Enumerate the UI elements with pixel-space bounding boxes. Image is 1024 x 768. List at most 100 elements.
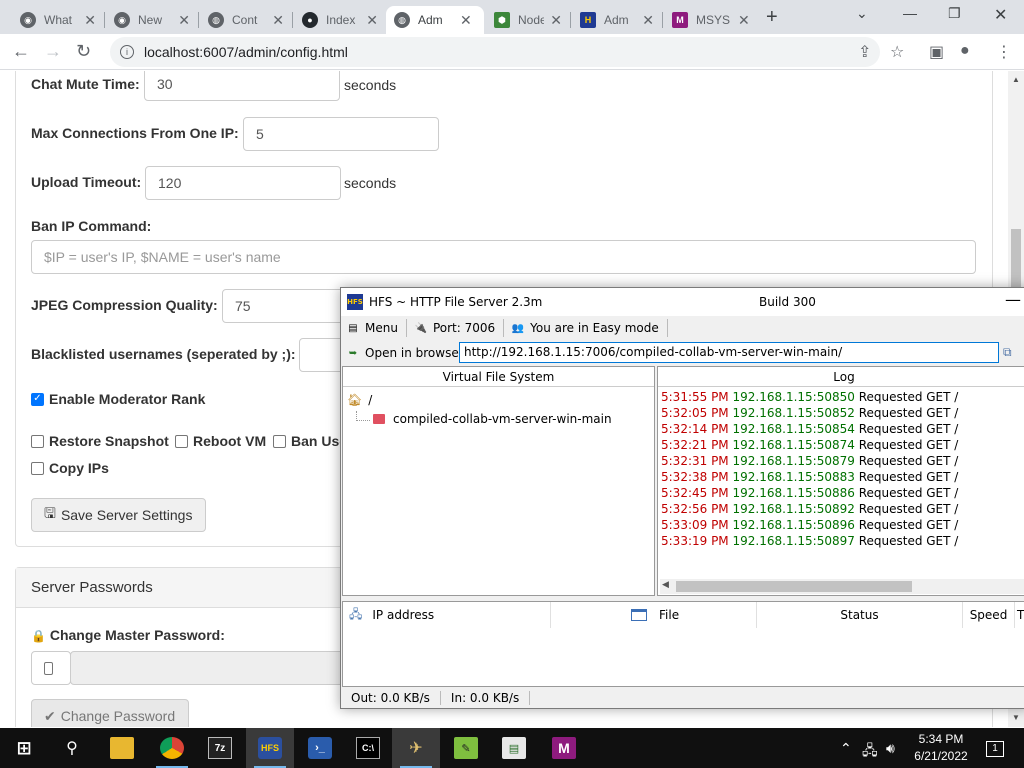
close-icon[interactable]: ✕: [550, 12, 562, 29]
hfs-urlbar: ➥ Open in browser http://192.168.1.15:70…: [341, 340, 1024, 366]
checkbox-box[interactable]: [31, 461, 44, 475]
ban-ip-command-input[interactable]: $IP = user's IP, $NAME = user's name: [31, 240, 976, 274]
log-addr: 192.168.1.15:50896: [732, 518, 855, 532]
back-icon[interactable]: ←: [12, 41, 30, 62]
checkmark-icon[interactable]: ✓: [31, 392, 44, 406]
close-icon[interactable]: ✕: [178, 12, 190, 29]
hfs-app-button[interactable]: ✈: [392, 728, 440, 768]
enable-moderator-checkbox[interactable]: ✓ Enable Moderator Rank: [31, 391, 205, 407]
minimize-icon[interactable]: —: [903, 5, 917, 21]
col-speed[interactable]: Speed: [963, 602, 1015, 628]
chrome-icon: ◉: [20, 12, 36, 28]
tab-1[interactable]: ◉ New ✕: [106, 6, 198, 34]
save-server-settings-button[interactable]: 🖫 Save Server Settings: [31, 498, 206, 532]
network-icon[interactable]: 🖧: [862, 740, 878, 764]
scroll-up-icon[interactable]: ▲: [1012, 75, 1020, 84]
log-time: 5:32:05 PM: [661, 406, 729, 420]
col-t[interactable]: T: [1017, 602, 1024, 628]
hfs-url-field[interactable]: http://192.168.1.15:7006/compiled-collab…: [459, 342, 999, 363]
hfs-port-button[interactable]: 🔌 Port: 7006: [413, 319, 505, 337]
close-icon[interactable]: ✕: [738, 12, 750, 29]
hfs-taskbar-button[interactable]: HFS: [246, 728, 294, 768]
bookmark-star-icon[interactable]: ☆: [890, 42, 904, 62]
copy-ips-checkbox[interactable]: Copy IPs: [31, 460, 109, 476]
7zip-button[interactable]: 7z: [196, 728, 244, 768]
checkbox-box[interactable]: [44, 661, 53, 675]
clock[interactable]: 5:34 PM 6/21/2022: [906, 731, 976, 765]
restore-icon[interactable]: ❐: [948, 5, 961, 22]
hfs-menu-button[interactable]: ▤ Menu: [345, 319, 407, 337]
notification-count: 1: [986, 741, 1004, 757]
cmd-button[interactable]: C:\: [344, 728, 392, 768]
tab-2[interactable]: ◍ Cont ✕: [200, 6, 292, 34]
tab-4-active[interactable]: ◍ Adm ✕: [386, 6, 484, 34]
menu-kebab-icon[interactable]: ⋮: [996, 42, 1012, 62]
copy-icon[interactable]: ⧉: [1003, 345, 1012, 360]
minimize-icon[interactable]: —: [1005, 290, 1021, 309]
reboot-vm-checkbox[interactable]: Reboot VM: [175, 433, 266, 449]
notepad-button[interactable]: ✎: [442, 728, 490, 768]
editor-button[interactable]: ▤: [490, 728, 538, 768]
close-window-icon[interactable]: ✕: [994, 5, 1007, 25]
powershell-button[interactable]: ›_: [296, 728, 344, 768]
checkbox-box[interactable]: [31, 434, 44, 448]
profile-icon[interactable]: ●: [960, 42, 970, 60]
volume-icon[interactable]: 🔊︎: [886, 740, 895, 757]
tab-0[interactable]: ◉ What ✕: [12, 6, 104, 34]
close-icon[interactable]: ✕: [460, 12, 472, 29]
jpeg-quality-input[interactable]: 75: [222, 289, 352, 323]
tab-6[interactable]: H Adm ✕: [572, 6, 662, 34]
max-connections-input[interactable]: 5: [243, 117, 439, 151]
log-row: 5:33:09 PM 192.168.1.15:50896 Requested …: [661, 518, 958, 532]
ban-user-checkbox[interactable]: Ban Use: [273, 433, 347, 449]
forward-icon[interactable]: →: [44, 41, 62, 62]
vfs-root[interactable]: 🏠︎ /: [347, 393, 372, 407]
address-bar[interactable]: i localhost:6007/admin/config.html: [110, 37, 880, 67]
close-icon[interactable]: ✕: [366, 12, 378, 29]
scrollbar-thumb[interactable]: [1011, 229, 1021, 289]
master-password-toggle[interactable]: [31, 651, 71, 685]
hfs-icon: H: [580, 12, 596, 28]
chrome-button[interactable]: [148, 728, 196, 768]
log-hscrollbar[interactable]: ◀: [660, 579, 1024, 594]
hfs-titlebar[interactable]: HFS HFS ~ HTTP File Server 2.3m Build 30…: [341, 288, 1024, 316]
checkbox-box[interactable]: [273, 434, 286, 448]
upload-timeout-input[interactable]: 120: [145, 166, 341, 200]
reload-icon[interactable]: ↻: [76, 41, 91, 62]
file-explorer-button[interactable]: [98, 728, 146, 768]
sidepanel-icon[interactable]: ▣: [929, 42, 944, 62]
col-ip[interactable]: 🖧 IP address: [343, 602, 551, 628]
col-ip-label: IP address: [372, 608, 435, 622]
col-status[interactable]: Status: [757, 602, 963, 628]
info-icon[interactable]: i: [120, 45, 134, 59]
tab-7[interactable]: M MSYS ✕: [664, 6, 758, 34]
close-icon[interactable]: ✕: [642, 12, 654, 29]
network-icon: 🖧: [349, 606, 363, 621]
tab-search-icon[interactable]: ⌄: [856, 5, 868, 22]
open-in-browser-button[interactable]: ➥ Open in browser: [345, 344, 472, 362]
hfs-mode-button[interactable]: 👥 You are in Easy mode: [510, 319, 668, 337]
scrollbar-thumb[interactable]: [676, 581, 912, 592]
close-icon[interactable]: ✕: [272, 12, 284, 29]
share-icon[interactable]: ⇪: [858, 42, 871, 62]
restore-snapshot-checkbox[interactable]: Restore Snapshot: [31, 433, 169, 449]
home-icon: 🏠︎: [347, 393, 363, 407]
new-tab-icon[interactable]: +: [766, 6, 778, 29]
chat-mute-input[interactable]: 30: [144, 71, 340, 101]
log-time: 5:32:45 PM: [661, 486, 729, 500]
notifications-icon[interactable]: 1: [986, 738, 1004, 757]
tab-5[interactable]: ⬢ Node ✕: [486, 6, 570, 34]
chevron-up-icon[interactable]: ⌃: [840, 740, 852, 757]
change-password-button[interactable]: ✔ Change Password: [31, 699, 189, 727]
col-file[interactable]: File: [551, 602, 757, 628]
scroll-left-icon[interactable]: ◀: [662, 580, 669, 590]
scroll-down-icon[interactable]: ▼: [1012, 713, 1020, 722]
close-icon[interactable]: ✕: [84, 12, 96, 29]
start-button[interactable]: ⊞: [0, 728, 48, 768]
tab-3[interactable]: ● Index ✕: [294, 6, 386, 34]
master-password-input[interactable]: [70, 651, 360, 685]
search-button[interactable]: ⚲: [48, 728, 96, 768]
msys-button[interactable]: M: [540, 728, 588, 768]
checkbox-box[interactable]: [175, 434, 188, 448]
vfs-folder[interactable]: compiled-collab-vm-server-win-main: [373, 412, 612, 426]
